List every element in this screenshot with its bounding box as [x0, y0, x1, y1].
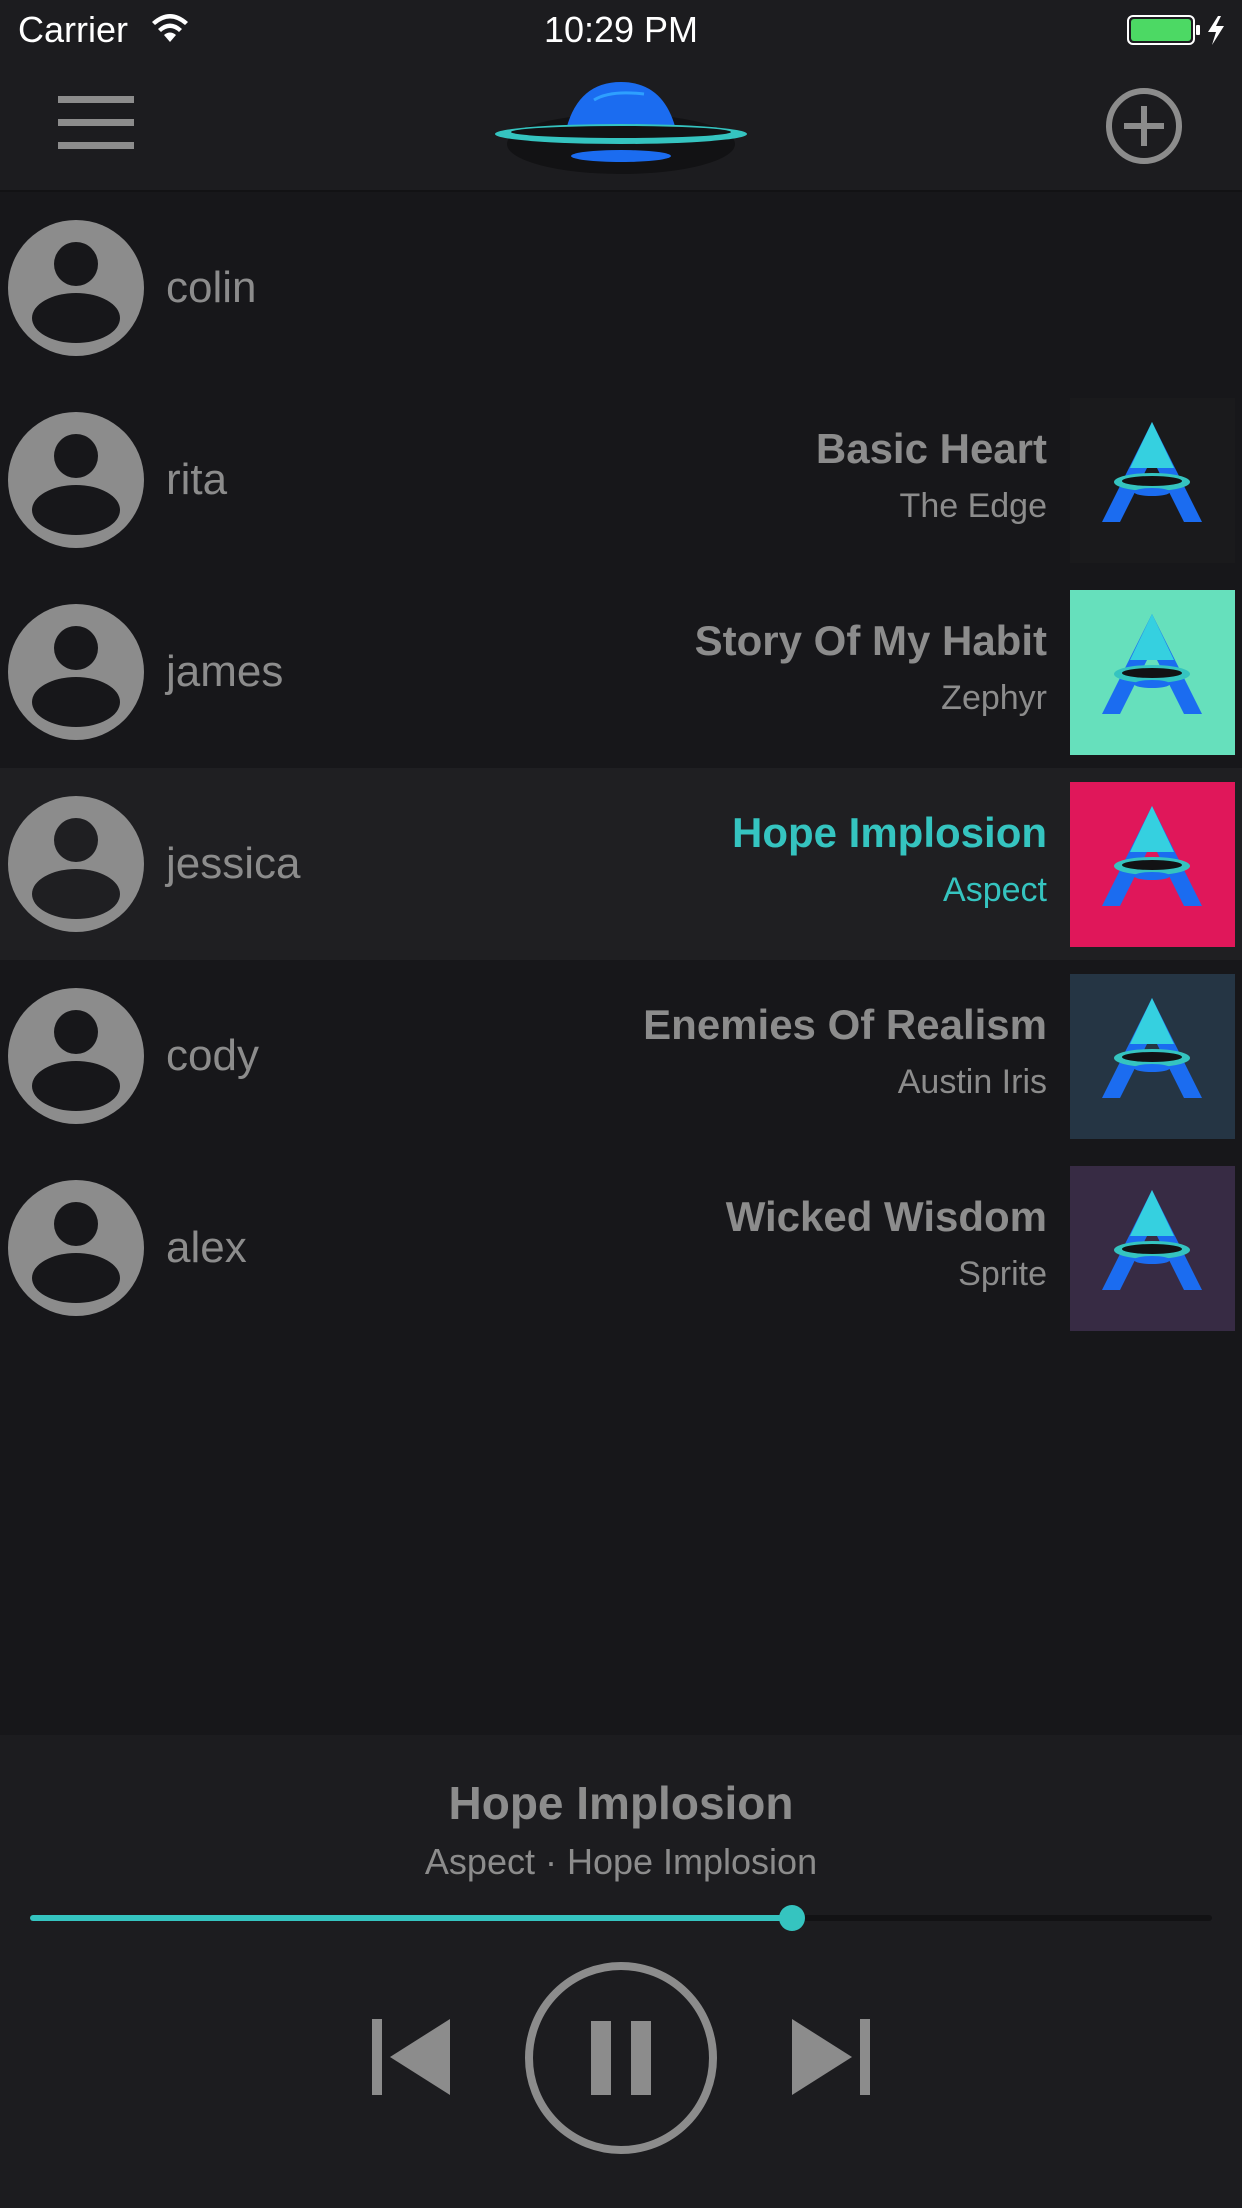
song-title: Enemies Of Realism: [643, 1001, 1047, 1048]
song-artist: Austin Iris: [897, 1063, 1047, 1101]
avatar-icon: [8, 604, 144, 740]
ufo-logo-icon: [495, 82, 747, 174]
album-art-icon[interactable]: [1070, 398, 1235, 563]
avatar-icon: [8, 220, 144, 356]
user-row-james[interactable]: james Story Of My Habit Zephyr: [0, 576, 1242, 768]
hamburger-menu-icon[interactable]: [58, 96, 136, 150]
song-artist: Aspect: [943, 871, 1047, 909]
user-name: jessica: [166, 839, 301, 888]
add-circle-icon[interactable]: [1104, 86, 1184, 166]
song-artist: The Edge: [899, 487, 1047, 525]
skip-previous-icon[interactable]: [370, 2015, 454, 2099]
battery-icon: [1127, 15, 1224, 45]
user-name: cody: [166, 1031, 259, 1080]
user-row-alex[interactable]: alex Wicked Wisdom Sprite: [0, 1152, 1242, 1344]
user-list: colin rita Basic Heart The Edge james St…: [0, 192, 1242, 1344]
pause-icon[interactable]: [524, 1961, 718, 2155]
avatar-icon: [8, 412, 144, 548]
user-name: colin: [166, 263, 257, 312]
album-art-icon[interactable]: [1070, 1166, 1235, 1331]
avatar-icon: [8, 796, 144, 932]
album-art-icon[interactable]: [1070, 590, 1235, 755]
avatar-icon: [8, 988, 144, 1124]
user-name: james: [166, 647, 284, 696]
user-name: alex: [166, 1223, 247, 1272]
progress-slider[interactable]: [30, 1905, 1212, 1931]
user-row-jessica[interactable]: jessica Hope Implosion Aspect: [0, 768, 1242, 960]
avatar-icon: [8, 1180, 144, 1316]
now-playing-title: Hope Implosion: [448, 1777, 794, 1829]
album-art-icon[interactable]: [1070, 782, 1235, 947]
now-playing-subtitle: Aspect · Hope Implosion: [424, 1841, 818, 1882]
user-row-rita[interactable]: rita Basic Heart The Edge: [0, 384, 1242, 576]
song-title: Hope Implosion: [732, 809, 1047, 856]
charging-bolt-icon: [1208, 16, 1224, 45]
song-title: Basic Heart: [815, 425, 1047, 472]
album-art-icon[interactable]: [1070, 974, 1235, 1139]
progress-thumb[interactable]: [779, 1905, 806, 1931]
song-artist: Zephyr: [941, 679, 1047, 717]
status-bar: Carrier 10:29 PM: [0, 0, 1242, 60]
user-row-cody[interactable]: cody Enemies Of Realism Austin Iris: [0, 960, 1242, 1152]
progress-fill: [30, 1915, 793, 1921]
song-title: Wicked Wisdom: [725, 1193, 1047, 1240]
user-name: rita: [166, 455, 228, 504]
skip-next-icon[interactable]: [788, 2015, 872, 2099]
song-artist: Sprite: [958, 1255, 1047, 1293]
user-row-colin[interactable]: colin: [0, 192, 1242, 384]
status-time: 10:29 PM: [543, 9, 699, 50]
song-title: Story Of My Habit: [694, 617, 1047, 664]
now-playing-bar: Hope Implosion Aspect · Hope Implosion: [0, 1735, 1242, 2208]
nav-bar: [0, 60, 1242, 192]
